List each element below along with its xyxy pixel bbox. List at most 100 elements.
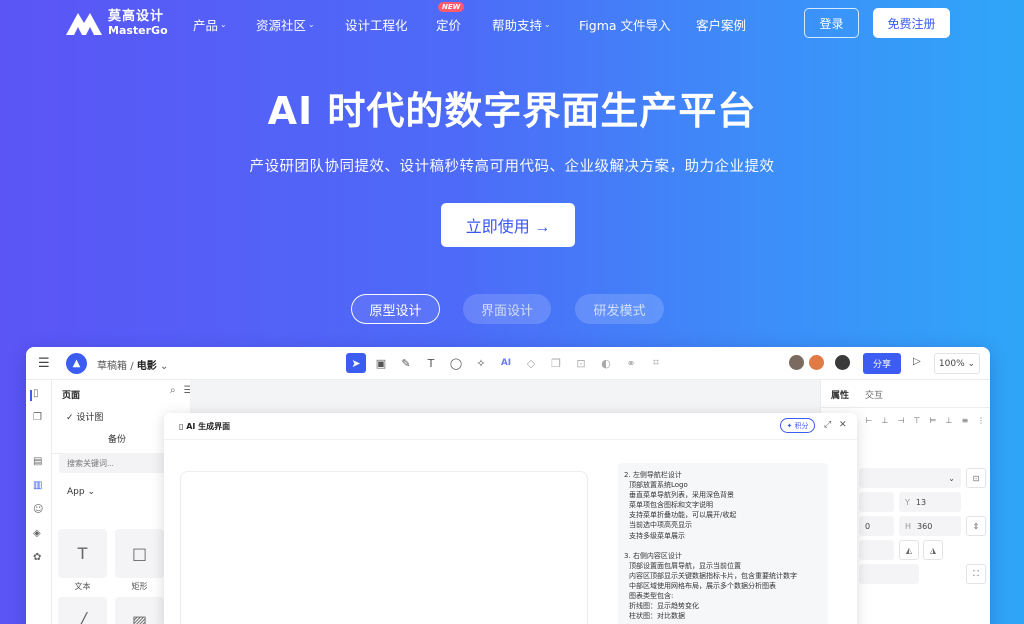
mastergo-logo-icon: [66, 13, 102, 35]
file-icon[interactable]: ▯: [33, 388, 39, 399]
prompt-line: 菜单项包含图标和文字说明: [629, 501, 713, 510]
rotation-field[interactable]: [859, 540, 894, 560]
y-field[interactable]: Y 13: [899, 492, 961, 512]
page-item[interactable]: 备份: [108, 432, 126, 445]
prompt-line: 顶部设置面包屑导航，显示当前位置: [629, 561, 741, 570]
nav-item[interactable]: 设计工程化: [345, 15, 408, 34]
expand-corners-icon[interactable]: ⛶: [966, 564, 986, 584]
credits-badge[interactable]: ✦ 积分: [780, 418, 815, 433]
image-component[interactable]: ▨: [115, 597, 164, 624]
align-bottom-icon[interactable]: ⊥: [941, 416, 957, 425]
menu-icon[interactable]: ☰: [38, 356, 50, 371]
layers-icon[interactable]: ▤: [33, 456, 42, 467]
chevron-down-icon[interactable]: ⌄: [160, 361, 168, 372]
tab-interaction[interactable]: 交互: [865, 388, 883, 401]
nav-item[interactable]: 帮助支持 ⌄: [492, 15, 551, 34]
align-right-icon[interactable]: ⊣: [893, 416, 909, 425]
select-tool-icon[interactable]: ➤: [346, 353, 366, 373]
chevron-down-icon: ⌄: [544, 20, 551, 29]
align-left-icon[interactable]: ⊢: [861, 416, 877, 425]
zoom-select[interactable]: 100% ⌄: [934, 353, 980, 374]
plugin-tool-icon[interactable]: ✧: [471, 353, 491, 373]
instance-icon[interactable]: ❐: [546, 353, 566, 373]
ai-tool-icon[interactable]: AI: [496, 353, 516, 373]
h-field[interactable]: H 360: [899, 516, 961, 536]
hero-title: AI 时代的数字界面生产平台: [267, 89, 757, 133]
component-icon[interactable]: ◇: [521, 353, 541, 373]
expand-icon[interactable]: ⤢: [824, 420, 831, 430]
plugin-icon[interactable]: ✿: [33, 552, 41, 563]
lock-ratio-icon[interactable]: ⇕: [966, 516, 986, 536]
align-center-icon[interactable]: ⊥: [877, 416, 893, 425]
text-icon: T: [77, 544, 88, 563]
breadcrumb-parent[interactable]: 草稿箱: [97, 361, 127, 372]
nav-item[interactable]: Figma 文件导入: [579, 15, 671, 34]
x-field[interactable]: [859, 492, 894, 512]
breadcrumb[interactable]: 草稿箱 / 电影 ⌄: [97, 357, 168, 372]
prompt-line: 柱状图：对比数据: [629, 612, 685, 621]
prompt-line: 折线图：显示趋势变化: [629, 602, 699, 611]
prompt-line: 内容区顶部显示关键数据指标卡片，包含重要统计数字: [629, 571, 797, 580]
tab-prototype-design[interactable]: 原型设计: [351, 294, 440, 324]
nav-item-label: 定价: [436, 18, 462, 33]
nav-item-label: 产品: [193, 18, 219, 33]
component-library-icon[interactable]: ◈: [33, 528, 41, 539]
tab-properties[interactable]: 属性: [831, 388, 849, 401]
login-button[interactable]: 登录: [804, 8, 859, 38]
rectangle-component[interactable]: □: [115, 529, 164, 578]
nav-item[interactable]: 资源社区 ⌄: [256, 15, 315, 34]
nav-item-label: 帮助支持: [492, 18, 543, 33]
more-icon[interactable]: ⋮: [973, 416, 989, 425]
prompt-line: 支持多级菜单展示: [629, 531, 685, 540]
nav-item[interactable]: 客户案例: [696, 15, 746, 34]
search-icon[interactable]: ⌕: [170, 385, 176, 396]
text-component[interactable]: T: [58, 529, 107, 578]
avatar[interactable]: [788, 354, 805, 371]
divider: [821, 407, 990, 408]
nav-item-label: 客户案例: [696, 18, 747, 33]
emoji-icon[interactable]: ☺: [33, 504, 43, 515]
app-logo-icon[interactable]: ▲: [66, 353, 87, 374]
breadcrumb-current[interactable]: 电影: [137, 361, 157, 372]
page-item[interactable]: ✓ 设计图: [66, 410, 103, 423]
link-icon[interactable]: ⚭: [621, 353, 641, 373]
nav-item[interactable]: 定价 NEW: [436, 2, 465, 34]
rail-active-indicator: [30, 390, 32, 401]
assets-icon[interactable]: ▥: [33, 480, 42, 491]
image-icon: ▨: [131, 612, 148, 624]
pen-tool-icon[interactable]: ✎: [396, 353, 416, 373]
frame-type-select[interactable]: ⌄: [859, 468, 961, 488]
avatar[interactable]: [834, 354, 851, 371]
line-component[interactable]: ╱: [58, 597, 107, 624]
register-button[interactable]: 免费注册: [873, 8, 950, 38]
crop-icon[interactable]: ⊡: [571, 353, 591, 373]
nav-item[interactable]: 产品 ⌄: [193, 15, 227, 34]
align-top-icon[interactable]: ⊤: [909, 416, 925, 425]
fit-icon[interactable]: ⊡: [966, 468, 986, 488]
radius-field[interactable]: [859, 564, 919, 584]
flip-vertical-icon[interactable]: ◮: [923, 540, 943, 560]
share-button[interactable]: 分享: [863, 353, 901, 374]
tab-dev-mode[interactable]: 研发模式: [575, 294, 664, 324]
avatar[interactable]: [808, 354, 825, 371]
frame-tool-icon[interactable]: ▣: [371, 353, 391, 373]
copy-icon[interactable]: ❐: [33, 412, 42, 423]
align-middle-icon[interactable]: ⊨: [925, 416, 941, 425]
text-tool-icon[interactable]: T: [421, 353, 441, 373]
ai-generate-dialog: ▯ AI 生成界面 ✦ 积分 ⤢ ✕ 2. 左侧导航栏设计 顶部放置系统Logo 垂…: [164, 413, 857, 624]
new-badge: NEW: [438, 2, 465, 12]
flip-horizontal-icon[interactable]: ◭: [899, 540, 919, 560]
library-selector[interactable]: App ⌄: [67, 487, 95, 497]
left-rail: ▯ ❐ ▤ ▥ ☺ ◈ ✿: [26, 380, 52, 624]
zoom-value: 100%: [938, 358, 965, 369]
brand-logo[interactable]: 莫高设计 MasterGo: [64, 9, 168, 37]
start-using-button[interactable]: 立即使用 →: [441, 203, 575, 247]
w-field[interactable]: 0: [859, 516, 894, 536]
tab-ui-design[interactable]: 界面设计: [463, 294, 551, 324]
close-icon[interactable]: ✕: [839, 420, 847, 430]
comment-tool-icon[interactable]: ◯: [446, 353, 466, 373]
play-icon[interactable]: ▷: [913, 356, 921, 367]
slice-icon[interactable]: ⌗: [646, 353, 666, 373]
distribute-icon[interactable]: ≡: [957, 416, 973, 425]
mask-icon[interactable]: ◐: [596, 353, 616, 373]
